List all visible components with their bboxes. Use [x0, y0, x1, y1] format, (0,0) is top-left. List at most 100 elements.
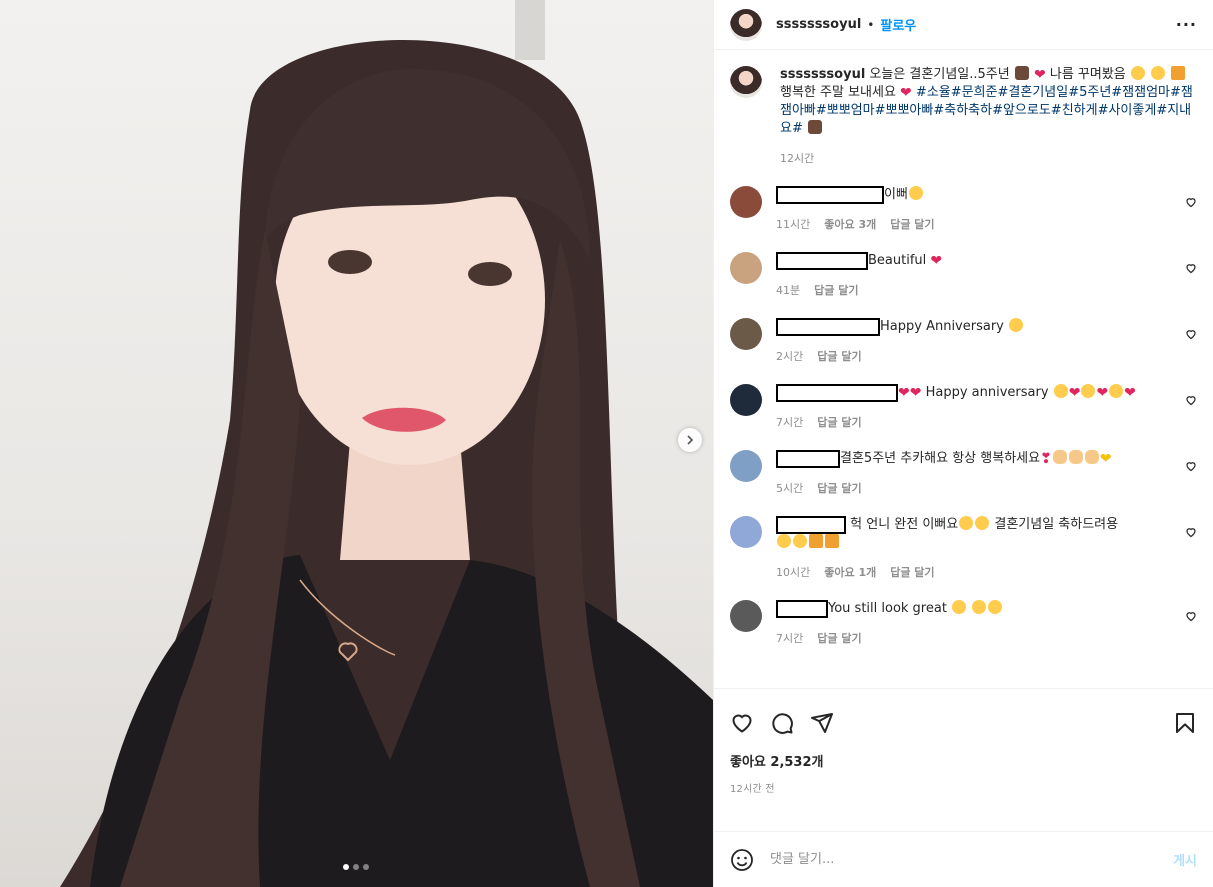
comment-time[interactable]: 7시간	[776, 414, 803, 432]
party-popper-emoji-icon	[825, 534, 839, 548]
commenter-avatar[interactable]	[730, 600, 762, 632]
post-header: sssssssoyul • 팔로우 ···	[714, 0, 1213, 50]
comment-text: Beautiful	[868, 253, 927, 268]
carousel-dot	[353, 864, 359, 870]
clap-emoji-icon	[1068, 450, 1083, 464]
more-options-icon[interactable]: ···	[1176, 15, 1197, 34]
post-photo[interactable]	[0, 0, 713, 887]
clap-emoji-icon	[793, 534, 807, 548]
comment-item: 이뻐 11시간 좋아요 3개 답글 달기	[730, 186, 1199, 234]
comment-input[interactable]	[770, 852, 1174, 867]
author-avatar[interactable]	[730, 8, 762, 41]
redacted-username	[776, 600, 828, 618]
caption-time[interactable]: 12시간	[780, 150, 814, 168]
caption-line-2: 행복한 주말 보내세요	[780, 85, 896, 100]
reply-button[interactable]: 답글 달기	[817, 348, 861, 366]
like-comment-heart-icon[interactable]	[1185, 460, 1197, 472]
reply-button[interactable]: 답글 달기	[817, 414, 861, 432]
comment-item: 헉 언니 완전 이뻐요 결혼기념일 축하드려용 10시간 좋아요 1개 답글 달…	[730, 516, 1199, 582]
author-username[interactable]: sssssssoyul	[776, 17, 861, 32]
comment-item: You still look great 7시간 답글 달기	[730, 600, 1199, 648]
reply-button[interactable]: 답글 달기	[817, 480, 861, 498]
heart-exclamation-emoji-icon: ❣	[1040, 451, 1052, 467]
instagram-post-view: sssssssoyul • 팔로우 ··· sssssssoyul 오늘은 결혼…	[0, 0, 1213, 887]
heart-eyes-emoji-icon	[1081, 384, 1096, 398]
post-comment-button[interactable]: 게시	[1173, 850, 1197, 869]
bookmark-icon[interactable]	[1173, 711, 1197, 735]
carousel-dot	[363, 864, 369, 870]
comment-time[interactable]: 41분	[776, 282, 800, 300]
portrait-image	[60, 0, 713, 887]
caption-username[interactable]: sssssssoyul	[780, 67, 865, 82]
post-timestamp[interactable]: 12시간 전	[730, 780, 1197, 795]
caption-text: 오늘은 결혼기념일..5주년	[869, 67, 1010, 82]
commenter-avatar[interactable]	[730, 252, 762, 284]
like-comment-heart-icon[interactable]	[1185, 610, 1197, 622]
separator: •	[867, 17, 875, 32]
comment-time[interactable]: 10시간	[776, 564, 810, 582]
commenter-avatar[interactable]	[730, 186, 762, 218]
like-heart-icon[interactable]	[730, 711, 754, 735]
commenter-avatar[interactable]	[730, 516, 762, 548]
smile-emoji-icon	[1130, 66, 1145, 80]
carousel-dot	[343, 864, 349, 870]
like-comment-heart-icon[interactable]	[1185, 526, 1197, 538]
commenter-avatar[interactable]	[730, 384, 762, 416]
comment-text: You still look great	[828, 601, 947, 616]
thumbs-up-emoji-icon	[952, 600, 967, 614]
like-comment-heart-icon[interactable]	[1185, 394, 1197, 406]
redacted-username	[776, 450, 840, 468]
comment-likes[interactable]: 좋아요 1개	[824, 564, 876, 582]
sunglasses-emoji-icon	[988, 600, 1003, 614]
heart-eyes-emoji-icon	[908, 186, 923, 200]
follow-button[interactable]: 팔로우	[880, 15, 916, 34]
post-caption: sssssssoyul 오늘은 결혼기념일..5주년 ❤ 나름 꾸며봤음 행복한…	[730, 66, 1199, 168]
comment-text-2: 결혼기념일 축하드려용	[994, 517, 1119, 532]
clap-emoji-icon	[777, 534, 791, 548]
party-popper-emoji-icon	[1171, 66, 1186, 80]
reply-button[interactable]: 답글 달기	[890, 564, 934, 582]
comments-list[interactable]: sssssssoyul 오늘은 결혼기념일..5주년 ❤ 나름 꾸며봤음 행복한…	[714, 50, 1213, 688]
yellow-heart-emoji-icon: ❤	[1099, 451, 1112, 467]
comment-likes[interactable]: 좋아요 3개	[824, 216, 876, 234]
like-comment-heart-icon[interactable]	[1185, 262, 1197, 274]
heart-emoji-icon: ❤	[1124, 385, 1136, 401]
grin-emoji-icon	[1009, 318, 1024, 332]
reply-button[interactable]: 답글 달기	[814, 282, 858, 300]
commenter-avatar[interactable]	[730, 450, 762, 482]
comment-time[interactable]: 11시간	[776, 216, 810, 234]
likes-count[interactable]: 좋아요 2,532개	[730, 751, 1197, 770]
comment-bubble-icon[interactable]	[770, 711, 794, 735]
heart-eyes-emoji-icon	[959, 516, 974, 530]
couple-emoji-icon	[1014, 66, 1029, 80]
like-comment-heart-icon[interactable]	[1185, 196, 1197, 208]
comment-time[interactable]: 2시간	[776, 348, 803, 366]
like-comment-heart-icon[interactable]	[1185, 328, 1197, 340]
clap-emoji-icon	[1052, 450, 1067, 464]
post-sidebar: sssssssoyul • 팔로우 ··· sssssssoyul 오늘은 결혼…	[713, 0, 1213, 887]
heart-emoji-icon: ❤	[930, 253, 943, 269]
party-popper-emoji-icon	[809, 534, 823, 548]
clap-emoji-icon	[1084, 450, 1099, 464]
author-avatar[interactable]	[730, 66, 762, 98]
share-paper-plane-icon[interactable]	[810, 711, 834, 735]
heart-eyes-emoji-icon	[1053, 384, 1068, 398]
comment-text: Happy anniversary	[925, 385, 1049, 400]
comment-text: 헉 언니 완전 이뻐요	[850, 517, 959, 532]
reply-button[interactable]: 답글 달기	[890, 216, 934, 234]
comment-time[interactable]: 7시간	[776, 630, 803, 648]
next-photo-button[interactable]	[678, 428, 702, 452]
heart-emoji-icon: ❤	[1068, 385, 1081, 401]
redacted-username	[776, 318, 880, 336]
add-comment-bar: 게시	[714, 831, 1213, 887]
redacted-username	[776, 516, 846, 534]
redacted-username	[776, 252, 868, 270]
caption-text-2: 나름 꾸며봤음	[1049, 67, 1126, 82]
commenter-avatar[interactable]	[730, 318, 762, 350]
heart-emoji-icon: ❤	[898, 385, 910, 401]
comment-time[interactable]: 5시간	[776, 480, 803, 498]
comment-item: Beautiful ❤ 41분 답글 달기	[730, 252, 1199, 300]
post-actions: 좋아요 2,532개 12시간 전	[714, 688, 1213, 831]
reply-button[interactable]: 답글 달기	[817, 630, 861, 648]
emoji-picker-icon[interactable]	[730, 848, 754, 872]
